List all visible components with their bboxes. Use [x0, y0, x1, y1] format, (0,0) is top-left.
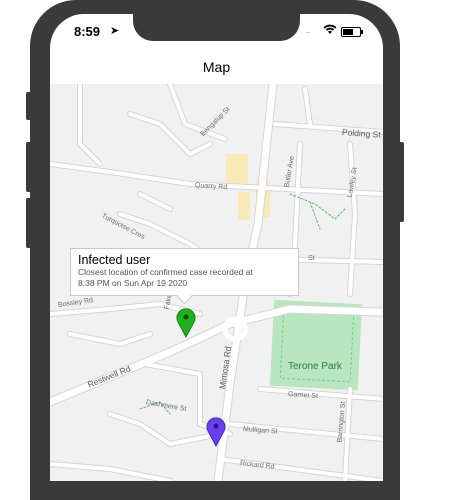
- infected-user-callout[interactable]: Infected user Closest location of confir…: [70, 248, 299, 296]
- wifi-icon: [323, 24, 337, 34]
- infected-user-pin[interactable]: [175, 306, 197, 338]
- battery-icon: [341, 27, 361, 37]
- volume-up-button: [26, 142, 32, 192]
- location-arrow-icon: ➤: [110, 25, 120, 37]
- status-time: 8:59: [74, 24, 101, 39]
- callout-title: Infected user: [78, 253, 151, 267]
- notch: [133, 14, 300, 41]
- phone-screen: 8:59 ➤ .... Map Polding St Bengalup St B…: [50, 14, 383, 481]
- user-location-pin[interactable]: [205, 415, 227, 447]
- navigation-bar: Map: [50, 50, 383, 84]
- battery-tip: [361, 30, 363, 34]
- cellular-signal-icon: ....: [305, 26, 311, 35]
- page-title: Map: [202, 59, 231, 75]
- power-button: [398, 142, 404, 222]
- callout-line2: 8:38 PM on Sun Apr 19 2020: [78, 278, 188, 288]
- map-view[interactable]: Polding St Bengalup St Butler Ave Lawley…: [50, 84, 383, 481]
- volume-down-button: [26, 198, 32, 248]
- street-label-st: St: [308, 255, 315, 262]
- park-label: Terone Park: [288, 361, 342, 372]
- callout-line1: Closest location of confirmed case recor…: [78, 267, 253, 277]
- silent-switch: [26, 92, 32, 120]
